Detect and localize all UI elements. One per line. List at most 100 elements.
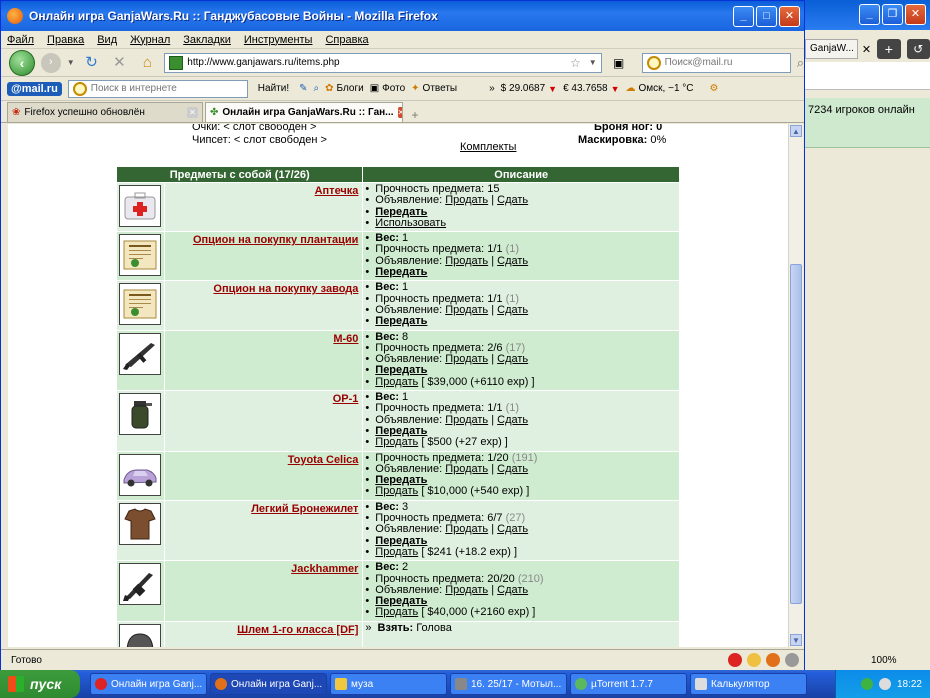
find-button[interactable]: Найти! [254, 83, 293, 94]
grenade-icon[interactable] [119, 393, 161, 436]
home-icon[interactable]: ⌂ [136, 53, 158, 73]
machine-gun-icon[interactable] [119, 332, 161, 375]
new-tab-icon[interactable]: + [877, 39, 901, 59]
url-dropdown-icon[interactable]: ▼ [589, 58, 601, 67]
action-link[interactable]: Передать [375, 595, 427, 607]
listing-action-link[interactable]: Сдать [497, 304, 528, 316]
dropdown-icon[interactable]: ▼ [67, 58, 75, 67]
mailru-search-input[interactable]: Поиск в интернете [67, 79, 248, 98]
task-folder[interactable]: муза [330, 673, 447, 695]
magnifier-icon[interactable]: ⌕ [314, 83, 320, 94]
reload-icon[interactable]: ↻ [81, 53, 103, 73]
listing-action-link[interactable]: Сдать [497, 463, 528, 475]
listing-action-link[interactable]: Продать [445, 414, 488, 426]
action-link[interactable]: Передать [375, 535, 427, 547]
search-engine-icon[interactable] [646, 55, 661, 70]
task-utorrent[interactable]: µTorrent 1.7.7 [570, 673, 687, 695]
action-link[interactable]: Продать [375, 546, 418, 558]
item-name-link[interactable]: Опцион на покупку завода [213, 283, 358, 295]
close-icon[interactable]: ✕ [779, 5, 800, 27]
menu-edit[interactable]: Правка [47, 34, 84, 46]
tab-close-icon[interactable]: ✕ [187, 107, 198, 118]
weather-widget[interactable]: ☁ Омск, −1 °C [626, 83, 694, 94]
maximize-icon[interactable]: □ [756, 5, 777, 27]
action-link[interactable]: Передать [375, 474, 427, 486]
item-name-link[interactable]: M-60 [333, 333, 358, 345]
task-firefox[interactable]: Онлайн игра Ganj... [210, 673, 327, 695]
action-link[interactable]: Передать [375, 364, 427, 376]
background-tab[interactable]: GanjaW... [805, 39, 858, 59]
listing-action-link[interactable]: Сдать [497, 353, 528, 365]
tab-ganjawars[interactable]: ✤ Онлайн игра GanjaWars.Ru :: Ган... ✕ [205, 102, 403, 122]
car-icon[interactable] [119, 453, 161, 496]
menu-view[interactable]: Вид [97, 34, 117, 46]
menu-file[interactable]: Файл [7, 34, 34, 46]
tab-close-icon[interactable]: ✕ [397, 107, 402, 118]
listing-action-link[interactable]: Продать [445, 463, 488, 475]
first-aid-kit-icon[interactable] [119, 185, 161, 227]
item-name-link[interactable]: Аптечка [315, 185, 359, 197]
search-box[interactable]: Поиск@mail.ru [641, 52, 791, 73]
bookmark-star-icon[interactable]: ☆ [570, 56, 585, 70]
minimize-icon[interactable]: _ [733, 5, 754, 27]
history-back-icon[interactable]: ↺ [906, 39, 930, 59]
listing-action-link[interactable]: Сдать [497, 194, 528, 206]
listing-action-link[interactable]: Продать [445, 353, 488, 365]
menu-tools[interactable]: Инструменты [244, 34, 313, 46]
answers-link[interactable]: ✦ Ответы [411, 83, 457, 94]
action-link[interactable]: Передать [375, 315, 427, 327]
action-link[interactable]: Использовать [375, 217, 446, 229]
menu-help[interactable]: Справка [325, 34, 368, 46]
action-link[interactable]: Продать [375, 436, 418, 448]
scrollbar-thumb[interactable] [790, 264, 802, 604]
listing-action-link[interactable]: Продать [445, 194, 488, 206]
tray-volume-icon[interactable] [878, 678, 891, 690]
tab-firefox-updated[interactable]: ❀ Firefox успешно обновлён ✕ [7, 102, 203, 122]
listing-action-link[interactable]: Продать [445, 523, 488, 535]
adblock-icon[interactable] [728, 653, 742, 667]
document-icon[interactable] [119, 283, 161, 326]
listing-action-link[interactable]: Сдать [497, 414, 528, 426]
listing-action-link[interactable]: Сдать [497, 255, 528, 267]
item-name-link[interactable]: Toyota Celica [288, 454, 359, 466]
mailru-logo[interactable]: @mail.ru [7, 81, 62, 96]
settings-status-icon[interactable] [785, 653, 799, 667]
item-name-link[interactable]: Легкий Бронежилет [251, 503, 358, 515]
action-link[interactable]: Продать [375, 485, 418, 497]
restore-icon[interactable]: ❐ [882, 4, 903, 25]
listing-action-link[interactable]: Сдать [497, 523, 528, 535]
listing-action-link[interactable]: Сдать [497, 584, 528, 596]
addon-face-icon[interactable] [747, 653, 761, 667]
task-calculator[interactable]: Калькулятор [690, 673, 807, 695]
body-armor-icon[interactable] [119, 502, 161, 545]
settings-gear-icon[interactable]: ⚙ [710, 83, 719, 94]
item-name-link[interactable]: Jackhammer [291, 563, 358, 575]
scroll-down-icon[interactable]: ▼ [790, 634, 802, 646]
action-link[interactable]: Продать [375, 606, 418, 618]
pencil-icon[interactable]: ✎ [299, 83, 307, 94]
listing-action-link[interactable]: Продать [445, 584, 488, 596]
helmet-icon[interactable] [119, 623, 161, 647]
vertical-scrollbar[interactable]: ▲ ▼ [788, 124, 803, 647]
listing-action-link[interactable]: Продать [445, 255, 488, 267]
action-link[interactable]: Продать [375, 376, 418, 388]
menu-bookmarks[interactable]: Закладки [183, 34, 231, 46]
back-button[interactable]: ‹ [9, 49, 35, 76]
item-name-link[interactable]: ОР-1 [333, 393, 359, 405]
tray-network-icon[interactable] [860, 678, 873, 690]
item-name-link[interactable]: Опцион на покупку плантации [193, 234, 358, 246]
action-link[interactable]: Передать [375, 266, 427, 278]
action-link[interactable]: Передать [375, 425, 427, 437]
search-go-icon[interactable]: ⌕ [797, 55, 804, 71]
forward-button[interactable]: › [40, 52, 61, 73]
close-icon[interactable]: ✕ [905, 4, 926, 25]
sets-link[interactable]: Комплекты [460, 141, 516, 153]
item-name-link[interactable]: Шлем 1-го класса [DF] [237, 624, 358, 636]
scroll-up-icon[interactable]: ▲ [790, 125, 802, 137]
action-link[interactable]: Передать [375, 206, 427, 218]
address-bar[interactable]: http://www.ganjawars.ru/items.php ☆ ▼ [164, 52, 602, 73]
new-tab-icon[interactable]: + [405, 108, 425, 122]
tab-close-icon[interactable]: ✕ [862, 43, 871, 56]
start-button[interactable]: пуск [0, 670, 80, 698]
zoom-level[interactable]: 100% [868, 655, 900, 666]
